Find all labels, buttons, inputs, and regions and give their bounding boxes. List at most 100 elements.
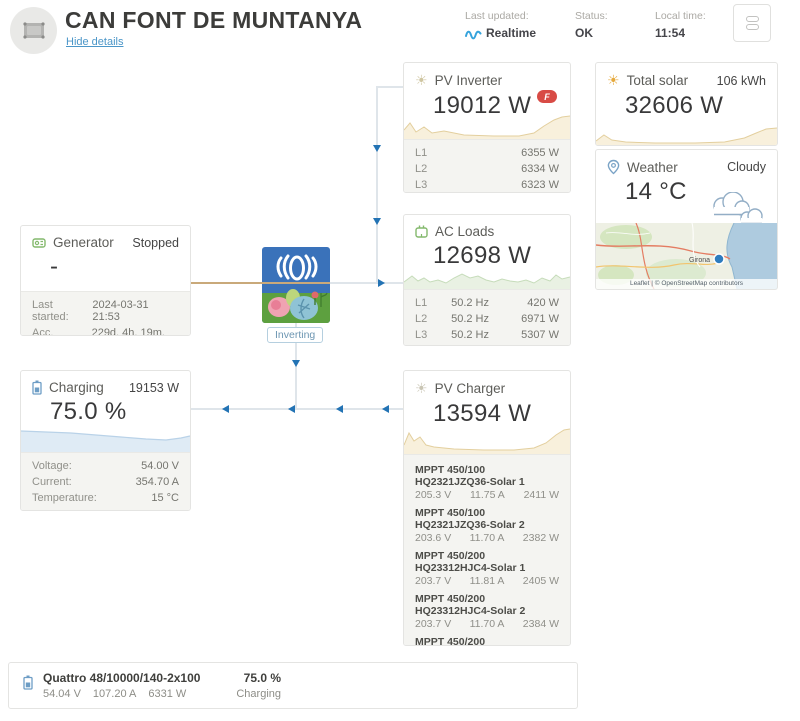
wire-generator-ac-in <box>191 282 330 284</box>
status-label: Status: <box>575 10 608 22</box>
detail-row: Voltage:54.00 V <box>21 458 190 474</box>
mppt-entry: MPPT 450/200 HQ23312HJC4-Solar 1 203.7 V… <box>404 546 570 589</box>
local-time-value: 11:54 <box>655 26 685 40</box>
charging-sparkline <box>21 423 190 453</box>
flow-arrow-down-icon <box>292 360 300 367</box>
generator-card[interactable]: Generator Stopped - Last started:2024-03… <box>20 225 191 336</box>
flow-arrow-left-icon <box>382 405 389 413</box>
phase-row: L250.2 Hz6971 W <box>404 311 570 327</box>
phase-row: L150.2 Hz420 W <box>404 295 570 311</box>
total-solar-energy: 106 kWh <box>717 74 766 88</box>
phase-row: L36323 W <box>404 177 570 193</box>
inverter-state-badge: Inverting <box>267 327 323 343</box>
battery-icon <box>23 675 33 690</box>
battery-charging-card[interactable]: Charging 19153 W 75.0 % Voltage:54.00 V … <box>20 370 191 511</box>
inverter-device-image[interactable] <box>262 247 330 323</box>
last-updated-label: Last updated: <box>465 10 536 22</box>
map-city-label: Girona <box>689 257 710 264</box>
realtime-wave-icon <box>465 27 482 40</box>
pv-inverter-sparkline <box>404 114 570 140</box>
device-soc: 75.0 % <box>184 671 281 685</box>
total-solar-power-value: 32606 W <box>596 89 777 120</box>
card-title: PV Charger <box>435 381 506 396</box>
device-state: Charging <box>184 688 281 700</box>
sun-icon: ☀ <box>415 380 428 397</box>
pv-inverter-card[interactable]: ☀ PV Inverter 19012 W F L16355 W L26334 … <box>403 62 571 193</box>
battery-icon <box>32 380 42 395</box>
flow-arrow-left-icon <box>288 405 295 413</box>
mppt-list: MPPT 450/100 HQ2321JZQ36-Solar 1 205.3 V… <box>404 454 570 645</box>
wire-ac-out <box>330 282 403 284</box>
ac-loads-card[interactable]: AC Loads 12698 W L150.2 Hz420 W L250.2 H… <box>403 214 571 346</box>
ac-plug-icon <box>415 225 428 238</box>
generator-value: - <box>21 250 190 281</box>
ac-loads-sparkline <box>404 266 570 290</box>
location-map[interactable]: Girona Leaflet | © OpenStreetMap contrib… <box>596 223 777 289</box>
pv-inverter-details: L16355 W L26334 W L36323 W <box>404 139 570 192</box>
mppt-entry: MPPT 450/100 HQ2321JZQ36-Solar 1 205.3 V… <box>404 460 570 503</box>
mppt-entry: MPPT 450/100 HQ2321JZQ36-Solar 2 203.6 V… <box>404 503 570 546</box>
local-time-info: Local time: 11:54 <box>655 10 706 40</box>
total-solar-sparkline <box>596 125 777 145</box>
charging-power: 19153 W <box>129 381 179 395</box>
generator-icon <box>32 237 46 249</box>
device-voltage: 54.04 V <box>43 688 81 700</box>
total-solar-card[interactable]: ☀ Total solar 106 kWh 32606 W <box>595 62 778 146</box>
flow-arrow-left-icon <box>222 405 229 413</box>
sun-icon: ☀ <box>607 72 620 89</box>
card-title: Total solar <box>627 73 689 88</box>
generator-details: Last started:2024-03-31 21:53 Acc. runti… <box>21 291 190 335</box>
pv-charger-sparkline <box>404 425 570 455</box>
device-current: 107.20 A <box>93 688 136 700</box>
vrm-dashboard: CAN FONT DE MUNTANYA Hide details Last u… <box>0 0 800 721</box>
sun-icon: ☀ <box>415 72 428 89</box>
status-value: OK <box>575 26 593 40</box>
pv-charger-power-value: 13594 W <box>404 397 570 428</box>
mppt-entry: MPPT 450/200 HQ23312HJC4-Solar 2 203.7 V… <box>404 589 570 632</box>
detail-row: Temperature:15 °C <box>21 490 190 506</box>
map-attribution[interactable]: Leaflet | © OpenStreetMap contributors <box>596 279 777 289</box>
card-title: PV Inverter <box>435 73 503 88</box>
detail-row: Current:354.70 A <box>21 474 190 490</box>
toggle-pill-icon <box>746 24 759 30</box>
phase-row: L350.2 Hz5307 W <box>404 327 570 343</box>
ac-loads-details: L150.2 Hz420 W L250.2 Hz6971 W L350.2 Hz… <box>404 289 570 345</box>
phase-row: L16355 W <box>404 145 570 161</box>
map-marker-icon <box>714 254 724 264</box>
weather-card[interactable]: Weather Cloudy 14 °C <box>595 149 778 290</box>
card-title: Generator <box>53 235 114 250</box>
wire-pv-inverter-stub <box>376 86 403 88</box>
hide-details-link[interactable]: Hide details <box>66 36 123 48</box>
battery-details: Voltage:54.00 V Current:354.70 A Tempera… <box>21 452 190 510</box>
page-title: CAN FONT DE MUNTANYA <box>65 7 362 34</box>
wire-pv-inverter-vertical <box>376 86 378 284</box>
flow-arrow-right-icon <box>378 279 385 287</box>
solar-panel-avatar-icon <box>20 19 48 43</box>
card-title: Weather <box>627 160 678 175</box>
flow-arrow-down-icon <box>373 145 381 152</box>
generator-status: Stopped <box>132 236 179 250</box>
pv-charger-card[interactable]: ☀ PV Charger 13594 W MPPT 450/100 HQ2321… <box>403 370 571 646</box>
toggle-pill-icon <box>746 16 759 22</box>
site-avatar[interactable] <box>10 7 57 54</box>
status-info: Status: OK <box>575 10 608 40</box>
device-title: Quattro 48/10000/140-2x100 <box>43 671 200 685</box>
card-title: AC Loads <box>435 224 494 239</box>
flow-arrow-left-icon <box>336 405 343 413</box>
location-pin-icon <box>607 159 620 175</box>
last-updated-info: Last updated: Realtime <box>465 10 536 40</box>
last-updated-value: Realtime <box>486 26 536 40</box>
phase-row: L26334 W <box>404 161 570 177</box>
flow-arrow-down-icon <box>373 218 381 225</box>
state-of-charge-value: 75.0 % <box>21 395 190 426</box>
card-title: Charging <box>49 380 104 395</box>
detail-row: Last started:2024-03-31 21:53 <box>21 297 190 325</box>
device-values: 54.04 V 107.20 A 6331 W <box>43 688 186 700</box>
device-power: 6331 W <box>148 688 186 700</box>
local-time-label: Local time: <box>655 10 706 22</box>
weather-condition: Cloudy <box>727 160 766 174</box>
fronius-badge: F <box>537 90 557 103</box>
quattro-device-bar[interactable]: Quattro 48/10000/140-2x100 54.04 V 107.2… <box>8 662 578 709</box>
detail-row: Acc. runtime:229d, 4h, 19m, 56s <box>21 325 190 336</box>
widgets-toggle-button[interactable] <box>733 4 771 42</box>
